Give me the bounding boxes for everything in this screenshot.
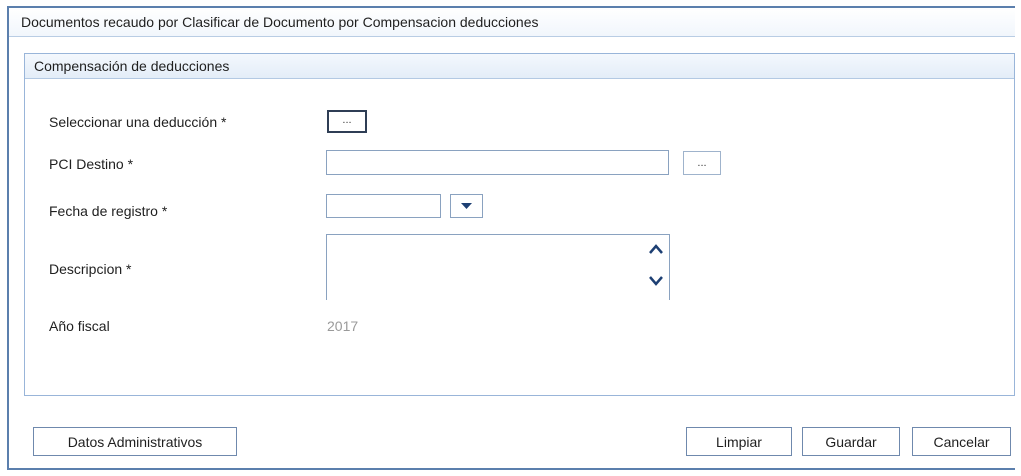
anio-fiscal-value: 2017 [327, 318, 359, 334]
panel-title: Compensación de deducciones [34, 58, 230, 74]
cancelar-button[interactable]: Cancelar [912, 427, 1011, 456]
datos-administrativos-button[interactable]: Datos Administrativos [33, 427, 237, 456]
compensacion-panel: Compensación de deducciones [24, 53, 1015, 396]
window-title: Documentos recaudo por Clasificar de Doc… [21, 14, 539, 30]
panel-header: Compensación de deducciones [25, 54, 1014, 79]
pci-destino-label: PCI Destino * [49, 156, 134, 172]
caret-down-icon [461, 203, 472, 209]
deduccion-label: Seleccionar una deducción * [49, 114, 227, 130]
descripcion-label: Descripcion * [49, 261, 132, 277]
chevron-down-icon[interactable] [648, 275, 664, 287]
anio-fiscal-label: Año fiscal [49, 318, 110, 334]
select-deduccion-button[interactable]: ... [327, 110, 367, 133]
fecha-registro-input[interactable] [326, 194, 441, 218]
fecha-registro-dropdown[interactable] [450, 194, 483, 218]
limpiar-button[interactable]: Limpiar [686, 427, 792, 456]
fecha-registro-label: Fecha de registro * [49, 203, 168, 219]
window-title-bar: Documentos recaudo por Clasificar de Doc… [9, 8, 1015, 37]
chevron-up-icon[interactable] [648, 243, 664, 255]
descripcion-textarea[interactable] [326, 234, 670, 300]
guardar-button[interactable]: Guardar [802, 427, 900, 456]
pci-destino-input[interactable] [326, 150, 669, 175]
pci-destino-lookup-button[interactable]: ... [683, 151, 721, 175]
